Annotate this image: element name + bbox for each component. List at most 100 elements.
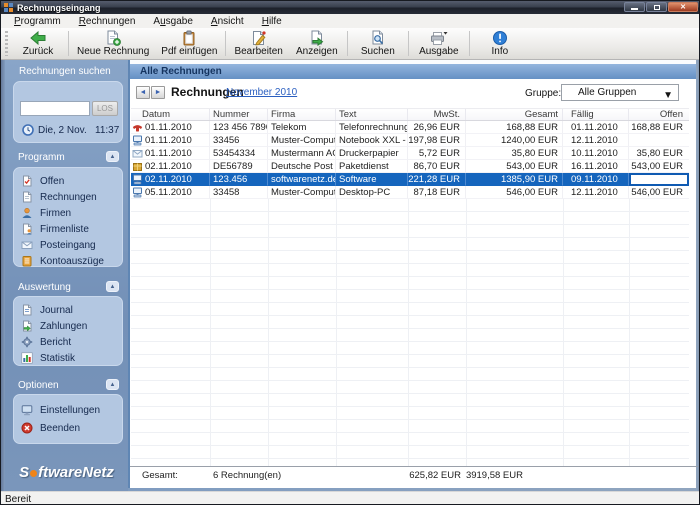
collapse-auswertung-button[interactable]: ▲	[106, 281, 119, 292]
edit-button[interactable]: Bearbeiten	[228, 28, 288, 59]
table-row-selected[interactable]: 02.11.2010 123.456 softwarenetz.de Softw…	[131, 173, 689, 186]
table-row[interactable]: 01.11.2010 123 456 7890 Telekom Telefonr…	[131, 121, 689, 134]
previous-month-button[interactable]: ◄	[136, 86, 150, 99]
column-header-mwst[interactable]: MwSt.	[408, 109, 466, 120]
menu-ausgabe[interactable]: Ausgabe	[144, 16, 201, 27]
chevron-up-icon: ▲	[109, 382, 116, 388]
empty-table-grid	[131, 199, 689, 466]
open-invoice-icon	[23, 175, 32, 187]
search-input[interactable]	[20, 101, 90, 116]
sidebar-item-firmen[interactable]: Firmen	[21, 206, 71, 220]
current-time: 11:37	[95, 125, 120, 136]
column-gridline	[268, 199, 269, 466]
sidebar-item-beenden[interactable]: Beenden	[21, 421, 80, 435]
table-row[interactable]: 01.11.2010 33456 Muster-Computer Noteboo…	[131, 134, 689, 147]
column-header-faellig[interactable]: Fällig	[563, 109, 629, 120]
edit-icon	[252, 31, 266, 46]
toolbar: Zurück Neue Rechnung Pdf einfügen Bearbe…	[1, 28, 699, 60]
print-icon	[430, 32, 448, 45]
computer-icon	[133, 135, 142, 145]
back-arrow-icon	[30, 30, 46, 46]
column-header-nummer[interactable]: Nummer	[210, 109, 268, 120]
paste-pdf-button[interactable]: Pdf einfügen	[155, 28, 223, 59]
sidebar-item-bericht[interactable]: Bericht	[21, 335, 71, 349]
search-icon	[372, 30, 383, 45]
search-button[interactable]: Suchen	[350, 28, 406, 59]
close-button[interactable]: ✕	[668, 2, 698, 12]
menu-ansicht[interactable]: Ansicht	[202, 16, 253, 27]
column-header-gesamt[interactable]: Gesamt	[466, 109, 563, 120]
sidebar-item-kontoauszuege[interactable]: Kontoauszüge	[21, 254, 104, 268]
computer-icon	[133, 174, 142, 184]
arrow-right-icon: ►	[154, 89, 162, 96]
companies-icon	[22, 207, 32, 218]
collapse-optionen-button[interactable]: ▲	[106, 379, 119, 390]
search-panel: LOS Die, 2 Nov. 11:37	[13, 81, 123, 143]
sidebar-item-einstellungen[interactable]: Einstellungen	[21, 403, 100, 417]
settings-icon	[21, 405, 33, 416]
arrow-left-icon: ◄	[139, 89, 147, 96]
info-button[interactable]: Info	[472, 28, 528, 59]
close-icon: ✕	[680, 3, 686, 11]
current-date: Die, 2 Nov.	[38, 125, 87, 136]
toolbar-grip	[5, 31, 8, 56]
minimize-button[interactable]	[624, 2, 645, 12]
back-button[interactable]: Zurück	[10, 28, 66, 59]
column-header-datum[interactable]: Datum	[131, 109, 210, 120]
menu-rechnungen[interactable]: Rechnungen	[70, 16, 145, 27]
table-header: Datum Nummer Firma Text MwSt. Gesamt Fäl…	[131, 108, 689, 121]
next-month-button[interactable]: ►	[151, 86, 165, 99]
invoice-count: 6 Rechnung(en)	[213, 470, 282, 481]
softwarenetz-logo: SftwareNetz	[19, 464, 114, 481]
group-label: Gruppe:	[525, 88, 562, 99]
totals-separator	[130, 466, 698, 467]
maximize-button[interactable]	[646, 2, 667, 12]
paste-pdf-icon	[183, 30, 195, 46]
toolbar-separator	[68, 31, 69, 56]
period-link[interactable]: November 2010	[226, 87, 297, 98]
menu-hilfe[interactable]: Hilfe	[253, 16, 291, 27]
sidebar-item-offen[interactable]: Offen	[21, 174, 64, 188]
new-invoice-icon	[107, 30, 122, 46]
column-header-offen[interactable]: Offen	[629, 109, 689, 120]
sidebar-item-journal[interactable]: Journal	[21, 303, 73, 317]
maximize-icon	[653, 4, 660, 10]
sidebar-item-statistik[interactable]: Statistik	[21, 351, 75, 365]
sidebar-item-rechnungen[interactable]: Rechnungen	[21, 190, 97, 204]
payments-icon	[23, 320, 32, 332]
minimize-icon	[631, 7, 638, 10]
content-area: ◄ ► Rechnungen November 2010 Gruppe: All…	[130, 79, 698, 488]
column-gridline	[408, 199, 409, 466]
view-button[interactable]: Anzeigen	[289, 28, 345, 59]
clock-icon	[22, 124, 34, 136]
table-row[interactable]: 02.11.2010 DE56789 Deutsche Post Paketdi…	[131, 160, 689, 173]
column-header-firma[interactable]: Firma	[268, 109, 336, 120]
sidebar-item-zahlungen[interactable]: Zahlungen	[21, 319, 87, 333]
search-go-button[interactable]: LOS	[92, 101, 118, 116]
column-header-text[interactable]: Text	[336, 109, 408, 120]
package-icon	[133, 162, 142, 171]
view-icon	[311, 30, 324, 46]
invoices-icon	[23, 191, 32, 203]
table-row[interactable]: 05.11.2010 33458 Muster-Computer Desktop…	[131, 186, 689, 199]
table-row[interactable]: 01.11.2010 53454334 Mustermann AG Drucke…	[131, 147, 689, 160]
sidebar-item-firmenliste[interactable]: Firmenliste	[21, 222, 89, 236]
section-title-programm: Programm	[18, 152, 65, 163]
new-invoice-button[interactable]: Neue Rechnung	[71, 28, 155, 59]
column-gridline	[563, 199, 564, 466]
sidebar-item-posteingang[interactable]: Posteingang	[21, 238, 96, 252]
toolbar-separator	[468, 31, 470, 56]
collapse-programm-button[interactable]: ▲	[106, 151, 119, 162]
title-bar: Rechnungseingang ✕	[1, 1, 699, 14]
window-body: Rechnungen suchen LOS Die, 2 Nov. 11:37 …	[1, 60, 699, 491]
mwst-total: 625,82 EUR	[409, 470, 461, 481]
menu-programm[interactable]: Programm	[5, 16, 70, 27]
phone-icon	[132, 124, 143, 131]
search-section-title: Rechnungen suchen	[19, 66, 111, 77]
group-select[interactable]: Alle Gruppen ▼	[561, 84, 679, 101]
statistics-icon	[21, 352, 33, 364]
print-button[interactable]: Ausgabe	[411, 28, 467, 59]
info-icon	[492, 31, 507, 45]
toolbar-separator	[407, 31, 409, 56]
computer-icon	[133, 187, 142, 197]
